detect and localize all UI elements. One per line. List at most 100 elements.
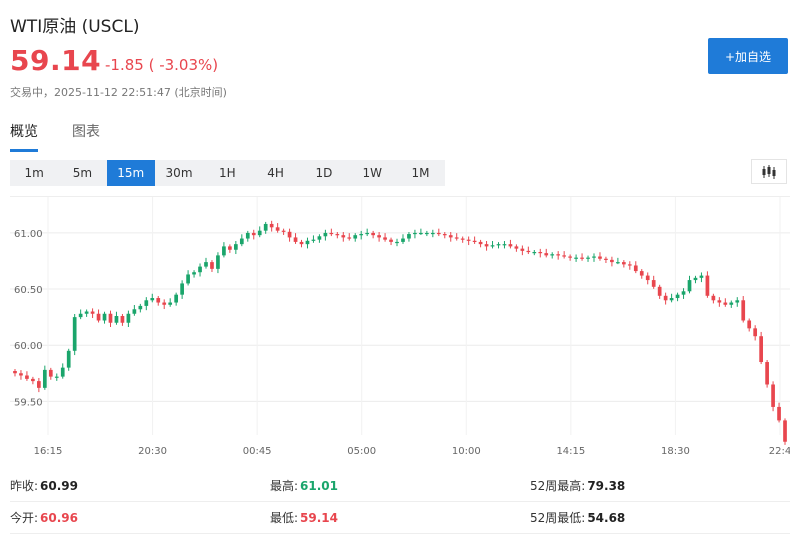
- candle-body: [287, 231, 292, 238]
- candle-body: [765, 362, 769, 385]
- period-5m[interactable]: 5m: [58, 160, 106, 186]
- candle-body: [210, 262, 214, 269]
- candle-body: [257, 230, 262, 236]
- candle-body: [568, 256, 572, 258]
- candle-body: [621, 262, 626, 265]
- candle-body: [78, 313, 83, 318]
- candle-body: [96, 313, 101, 321]
- candle-body: [436, 232, 441, 235]
- candle-body: [454, 237, 459, 239]
- candle-body: [490, 245, 495, 247]
- candle-body: [37, 381, 41, 388]
- candle-body: [329, 232, 334, 235]
- period-15m[interactable]: 15m: [106, 160, 155, 186]
- candle-body: [699, 275, 704, 278]
- candle-body: [639, 271, 644, 276]
- candle-body: [544, 253, 549, 256]
- candle-body: [42, 369, 47, 388]
- candle-body: [675, 294, 680, 299]
- candle-body: [180, 283, 184, 295]
- candle-body: [54, 376, 59, 378]
- candle-body: [723, 302, 728, 305]
- x-tick-label: 00:45: [243, 446, 272, 457]
- stats-row: 今开: 60.96 最低: 59.14 52周最低: 54.68: [10, 502, 790, 534]
- candle-body: [335, 234, 340, 236]
- candle-body: [323, 232, 328, 237]
- period-4h[interactable]: 4H: [251, 160, 299, 186]
- tab-overview[interactable]: 概览: [10, 121, 38, 152]
- candle-body: [729, 302, 734, 305]
- x-tick-label: 05:00: [347, 446, 376, 457]
- candle-body: [687, 280, 692, 292]
- candle-body: [245, 232, 250, 239]
- tab-chart[interactable]: 图表: [72, 121, 100, 152]
- candle-body: [401, 238, 405, 242]
- candlestick-icon: [762, 164, 776, 179]
- stat-open: 今开: 60.96: [10, 511, 79, 525]
- period-1w[interactable]: 1W: [348, 160, 396, 186]
- candle-body: [478, 241, 483, 245]
- candle-body: [669, 298, 674, 301]
- period-1m[interactable]: 1m: [10, 160, 58, 186]
- x-tick-label: 22:4: [769, 446, 790, 457]
- period-30m[interactable]: 30m: [155, 160, 203, 186]
- candlestick-chart: 61.00 60.50 60.00 59.50 16:15 20:30 00:45 05:00…: [10, 197, 790, 457]
- candle-body: [448, 235, 453, 238]
- candle-body: [311, 239, 316, 241]
- candle-body: [102, 313, 107, 321]
- x-tick-label: 10:00: [452, 446, 481, 457]
- candle-body: [233, 244, 238, 250]
- candle-body: [651, 280, 656, 287]
- candle-body: [263, 223, 268, 231]
- candle-body: [377, 235, 381, 238]
- candle-body: [693, 277, 698, 281]
- candle-body: [66, 350, 71, 368]
- candle-body: [192, 272, 196, 275]
- candle-body: [717, 300, 722, 303]
- candle-body: [741, 300, 746, 321]
- candle-body: [90, 311, 95, 314]
- x-tick-label: 20:30: [138, 446, 167, 457]
- candle-body: [759, 336, 763, 363]
- y-tick-label: 60.00: [14, 341, 43, 352]
- candle-body: [466, 239, 471, 241]
- candle-body: [216, 255, 220, 269]
- candle-body: [520, 248, 525, 251]
- price-change: -1.85 ( -3.03%): [105, 56, 219, 74]
- candle-body: [610, 259, 614, 263]
- stats-table: 昨收: 60.99 最高: 61.01 52周最高: 79.38 今开: 60.96 最…: [10, 470, 790, 534]
- stat-52w-high: 52周最高: 79.38: [530, 479, 626, 493]
- price-chart[interactable]: 61.00 60.50 60.00 59.50 16:15 20:30 00:45 05:00…: [10, 196, 790, 462]
- candle-body: [783, 420, 787, 442]
- period-1mo[interactable]: 1M: [396, 160, 444, 186]
- candle-body: [747, 320, 752, 329]
- period-1d[interactable]: 1D: [300, 160, 348, 186]
- candle-body: [430, 232, 435, 235]
- candle-body: [532, 252, 537, 254]
- candle-body: [114, 316, 119, 323]
- candle-body: [586, 257, 590, 259]
- add-watchlist-button[interactable]: +加自选: [708, 38, 788, 74]
- candle-body: [711, 295, 716, 301]
- candle-body: [395, 241, 399, 244]
- period-1h[interactable]: 1H: [203, 160, 251, 186]
- candle-body: [25, 375, 29, 379]
- candle-body: [705, 275, 710, 296]
- chart-type-button[interactable]: [751, 159, 787, 184]
- candle-body: [556, 254, 561, 256]
- candle-body: [735, 300, 740, 303]
- stat-high: 最高: 61.01: [270, 479, 339, 493]
- candle-body: [186, 274, 190, 284]
- candle-body: [48, 369, 53, 377]
- candle-body: [419, 232, 423, 235]
- candle-body: [383, 237, 387, 240]
- candle-body: [275, 227, 280, 231]
- candle-body: [425, 232, 429, 235]
- candle-body: [771, 384, 775, 407]
- candle-body: [365, 232, 370, 235]
- candle-body: [753, 328, 758, 337]
- candle-body: [126, 313, 131, 323]
- candle-body: [72, 317, 77, 351]
- candle-body: [657, 286, 662, 296]
- stat-52w-low: 52周最低: 54.68: [530, 511, 626, 525]
